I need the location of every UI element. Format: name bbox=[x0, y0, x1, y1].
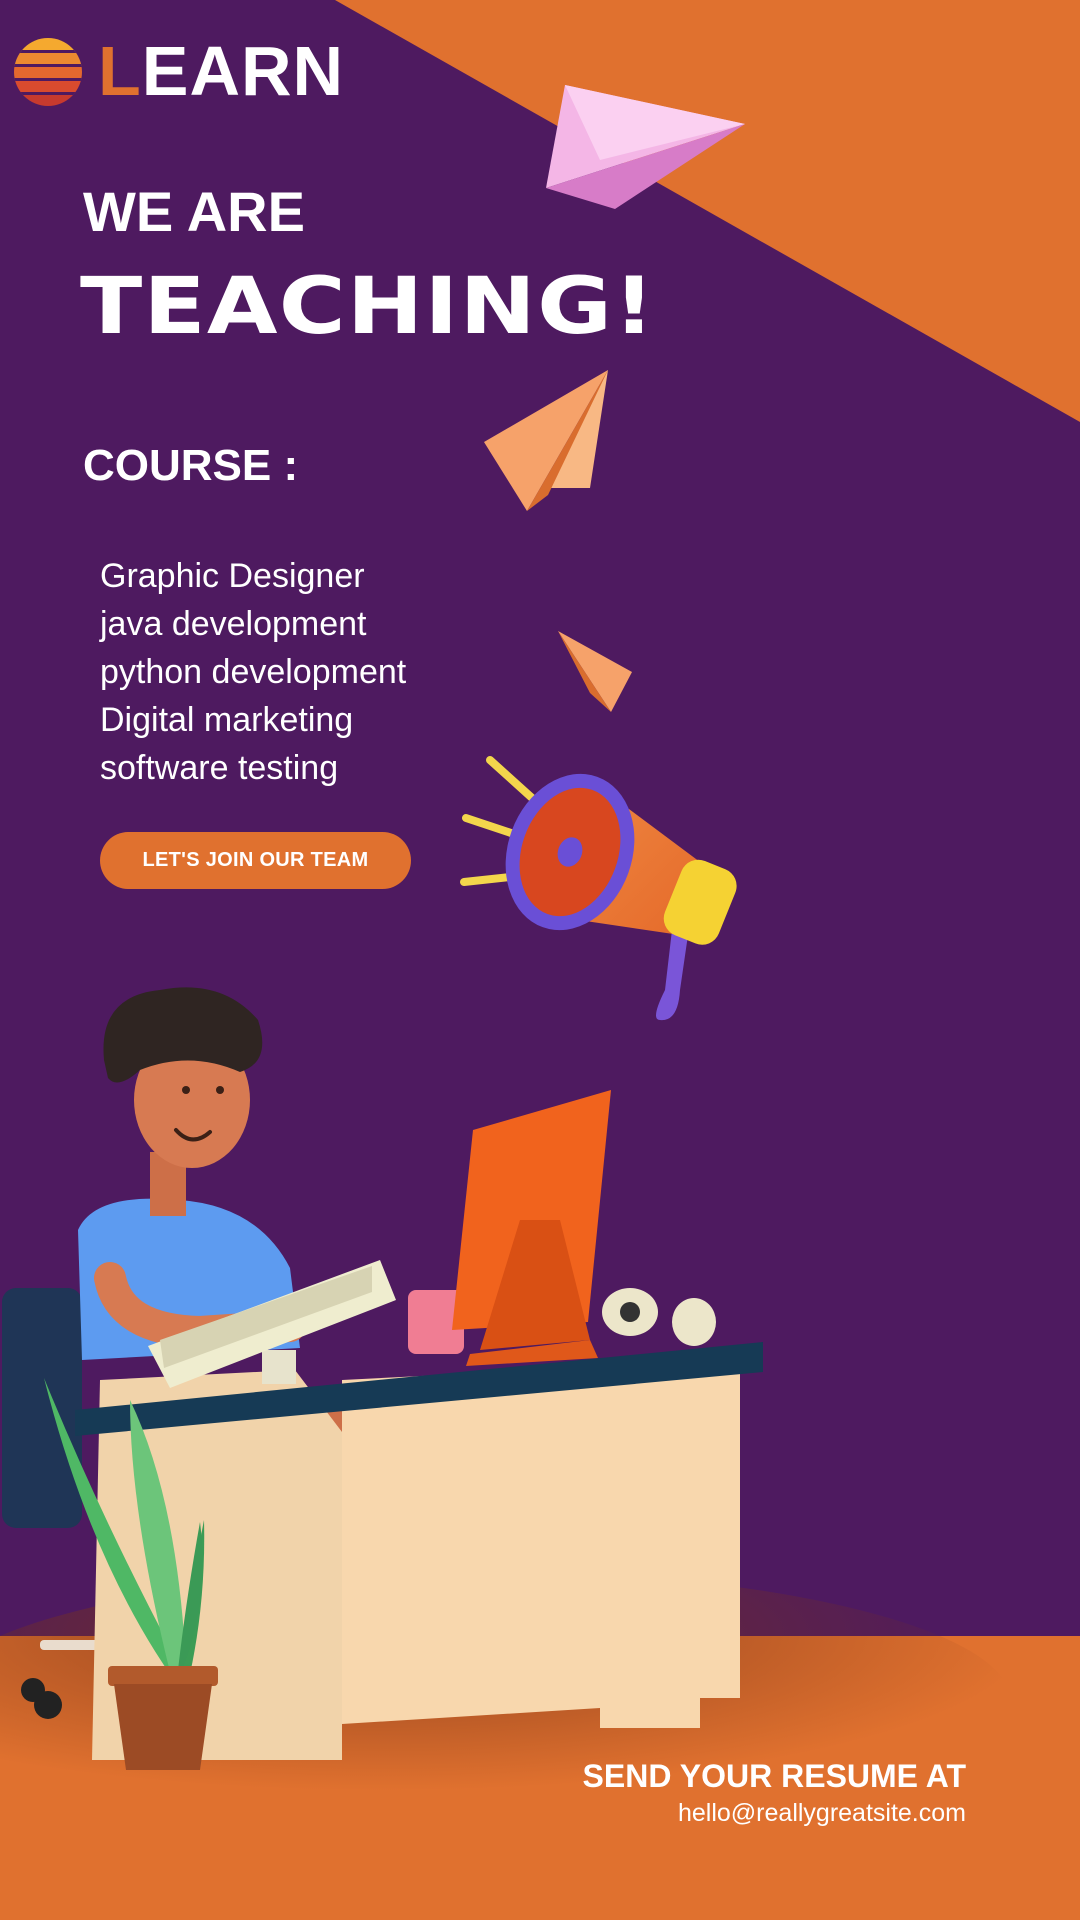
person-at-desk-illustration bbox=[2, 987, 763, 1760]
brand-logo: LEARN bbox=[14, 36, 344, 106]
headline-teaching: TEACHING! bbox=[80, 262, 656, 352]
logo-wordmark: LEARN bbox=[98, 36, 344, 106]
resume-heading: SEND YOUR RESUME AT bbox=[582, 1758, 966, 1794]
paper-plane-icon bbox=[484, 370, 608, 511]
course-item: java development bbox=[100, 605, 367, 643]
course-item: Graphic Designer bbox=[100, 557, 365, 595]
course-label: COURSE : bbox=[83, 441, 299, 490]
course-item: python development bbox=[100, 653, 407, 691]
megaphone-icon bbox=[460, 756, 737, 1021]
logo-mark bbox=[14, 37, 82, 105]
paper-plane-icon bbox=[558, 631, 632, 712]
join-team-button[interactable]: LET'S JOIN OUR TEAM bbox=[100, 832, 411, 889]
poster: LEARN WE ARE TEACHING! COURSE : Graphic … bbox=[0, 0, 1080, 1920]
headline-we-are: WE ARE bbox=[83, 180, 305, 243]
course-list: Graphic Designer java development python… bbox=[100, 552, 406, 792]
logo-first-letter: L bbox=[98, 32, 142, 110]
logo-rest: EARN bbox=[141, 32, 345, 110]
orange-corner-triangle bbox=[335, 0, 1080, 422]
course-item: Digital marketing bbox=[100, 701, 354, 739]
contact-email[interactable]: hello@reallygreatsite.com bbox=[678, 1797, 966, 1829]
course-item: software testing bbox=[100, 749, 339, 787]
